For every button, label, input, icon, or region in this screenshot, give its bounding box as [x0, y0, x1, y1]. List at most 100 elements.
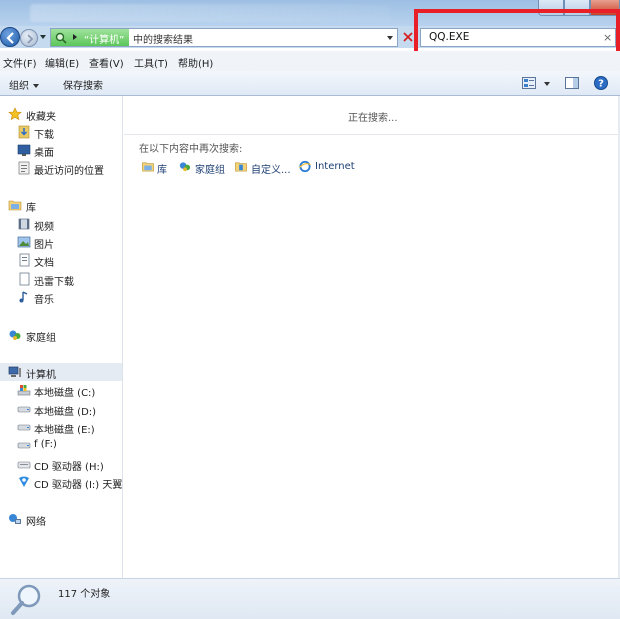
help-icon[interactable]: ?: [594, 76, 608, 90]
recent-places-icon: [18, 161, 30, 175]
hard-drive-icon: [17, 406, 31, 413]
menu-edit[interactable]: 编辑(E): [45, 55, 79, 70]
recent-pages-dropdown[interactable]: [40, 35, 46, 39]
sidebar-item-pictures[interactable]: 图片: [0, 233, 122, 251]
sidebar-item-label: 迅雷下载: [34, 277, 74, 288]
sidebar-item-libraries[interactable]: 库: [0, 196, 122, 214]
preview-pane-icon[interactable]: [565, 77, 579, 89]
sidebar-item-drive-e[interactable]: 本地磁盘 (E:): [0, 418, 122, 436]
search-folder-icon: [55, 32, 67, 44]
location-label: 家庭组: [195, 165, 225, 176]
pictures-icon: [17, 236, 31, 248]
search-box-highlight: [414, 9, 620, 56]
video-icon: [18, 218, 30, 230]
sidebar-item-label: 网络: [26, 517, 46, 528]
status-bar: 117 个对象: [0, 578, 620, 619]
sidebar-item-label: 桌面: [34, 148, 54, 159]
internet-explorer-icon: [299, 160, 311, 173]
view-dropdown-icon[interactable]: [544, 82, 550, 86]
menu-tools[interactable]: 工具(T): [134, 55, 168, 70]
divider: [124, 134, 620, 135]
address-dropdown-icon[interactable]: [387, 36, 393, 40]
sidebar-item-videos[interactable]: 视频: [0, 215, 122, 233]
sidebar-item-drive-f[interactable]: f (F:): [0, 436, 122, 454]
sidebar-item-label: CD 驱动器 (H:): [34, 462, 104, 473]
system-drive-icon: [17, 385, 31, 396]
back-button[interactable]: [0, 27, 20, 47]
organize-label: 组织: [9, 81, 29, 92]
sidebar-item-label: 最近访问的位置: [34, 166, 104, 177]
sidebar-item-label: 视频: [34, 222, 54, 233]
address-bar[interactable]: “计算机” 中的搜索结果: [50, 28, 398, 47]
sidebar-item-network[interactable]: 网络: [0, 510, 122, 528]
sidebar-item-cd-h[interactable]: CD 驱动器 (H:): [0, 455, 122, 473]
breadcrumb-arrow-icon[interactable]: [73, 34, 77, 40]
save-search-button[interactable]: 保存搜索: [63, 77, 103, 92]
cd-drive-icon: [17, 461, 31, 469]
menu-view[interactable]: 查看(V): [89, 55, 124, 70]
sidebar-item-documents[interactable]: 文档: [0, 251, 122, 269]
breadcrumb-suffix: 中的搜索结果: [133, 35, 193, 46]
sidebar-item-label: 本地磁盘 (E:): [34, 425, 95, 436]
search-magnifier-icon: [11, 584, 41, 615]
document-icon: [19, 272, 30, 286]
sidebar-item-label: 文档: [34, 258, 54, 269]
sidebar-item-favorites[interactable]: 收藏夹: [0, 105, 122, 123]
close-red-icon: [403, 32, 413, 42]
desktop-icon: [17, 144, 31, 156]
command-toolbar: 组织 保存搜索 ?: [0, 71, 620, 96]
sidebar-item-label: 图片: [34, 240, 54, 251]
homegroup-icon: [9, 330, 21, 340]
downloads-folder-icon: [18, 125, 30, 139]
homegroup-icon: [179, 162, 191, 172]
menu-help[interactable]: 帮助(H): [178, 55, 213, 70]
item-count: 117 个对象: [58, 589, 111, 600]
sidebar-item-label: 本地磁盘 (D:): [34, 407, 97, 418]
libraries-folder-icon: [142, 162, 154, 172]
forward-arrow-icon: [27, 34, 34, 44]
sidebar-item-label: 下载: [34, 130, 54, 141]
blurred-taskbar-area: [30, 4, 390, 22]
sidebar-item-label: f (F:): [34, 439, 57, 450]
breadcrumb-location[interactable]: “计算机”: [84, 31, 124, 46]
help-glyph: ?: [598, 79, 604, 90]
sidebar-item-music[interactable]: 音乐: [0, 288, 122, 306]
sidebar-item-drive-d[interactable]: 本地磁盘 (D:): [0, 400, 122, 418]
sidebar-item-computer[interactable]: 计算机: [0, 363, 122, 381]
view-options-icon[interactable]: [522, 77, 536, 89]
hard-drive-icon: [17, 424, 31, 431]
sidebar-item-label: 家庭组: [26, 333, 56, 344]
sidebar-item-xunlei-downloads[interactable]: 迅雷下载: [0, 270, 122, 288]
hard-drive-icon: [17, 442, 31, 449]
sidebar-item-label: 收藏夹: [26, 112, 56, 123]
sidebar-item-downloads[interactable]: 下载: [0, 123, 122, 141]
sidebar-item-drive-c[interactable]: 本地磁盘 (C:): [0, 381, 122, 399]
forward-button[interactable]: [20, 29, 38, 47]
tianyi-app-icon: [19, 476, 29, 487]
sidebar-item-homegroup[interactable]: 家庭组: [0, 326, 122, 344]
sidebar-item-desktop[interactable]: 桌面: [0, 141, 122, 159]
sidebar-item-label: 音乐: [34, 295, 54, 306]
sidebar-item-label: CD 驱动器 (I:) 天翼: [34, 480, 122, 491]
sidebar-item-label: 本地磁盘 (C:): [34, 388, 96, 399]
location-label: Internet: [315, 161, 355, 172]
back-arrow-icon: [6, 32, 14, 44]
location-label: 自定义...: [251, 165, 291, 176]
navigation-pane: 收藏夹 下载 桌面 最近访问的位置 库 视频 图片 文档 迅雷下载 音乐 家庭组: [0, 96, 123, 578]
location-label: 库: [157, 165, 167, 176]
music-note-icon: [19, 291, 28, 303]
sidebar-item-cd-i[interactable]: CD 驱动器 (I:) 天翼: [0, 473, 122, 491]
chevron-down-icon: [33, 84, 39, 88]
menu-bar: 文件(F) 编辑(E) 查看(V) 工具(T) 帮助(H): [0, 51, 620, 71]
sidebar-item-label: 计算机: [26, 370, 56, 381]
sidebar-item-label: 库: [26, 203, 36, 214]
libraries-folder-icon: [8, 200, 22, 211]
sidebar-item-recent-places[interactable]: 最近访问的位置: [0, 159, 122, 177]
search-again-label: 在以下内容中再次搜索:: [139, 144, 243, 155]
menu-file[interactable]: 文件(F): [3, 55, 37, 70]
search-results-pane: 正在搜索... 在以下内容中再次搜索: 库 家庭组 自定义... Interne…: [124, 96, 620, 578]
network-icon: [9, 514, 21, 524]
computer-icon: [8, 366, 21, 377]
organize-button[interactable]: 组织: [9, 77, 39, 92]
custom-folder-icon: [235, 162, 247, 172]
